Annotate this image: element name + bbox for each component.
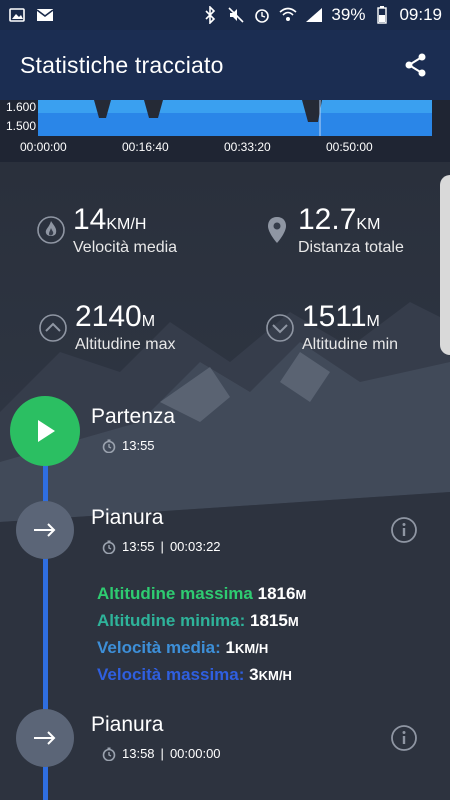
stat-value: 1511 (302, 300, 367, 333)
mountain-image (0, 302, 450, 800)
x-tick-label: 00:33:20 (224, 140, 271, 154)
y-tick-label: 1.600 (6, 100, 37, 114)
stat-label: Distanza totale (298, 239, 404, 256)
stat-label: Velocità media (73, 239, 178, 256)
gallery-icon (8, 6, 26, 24)
x-tick-label: 00:16:40 (122, 140, 169, 154)
stat-value: 14 (73, 203, 107, 236)
side-drawer-handle[interactable] (440, 175, 450, 355)
detail-altitude-max: Altitudine massima 1816M (97, 584, 306, 604)
page-title: Statistiche tracciato (20, 51, 224, 78)
stat-unit: KM/H (106, 216, 147, 233)
detail-label: Altitudine massima (97, 584, 253, 603)
stat-altitude-max: 2140M Altitudine max (75, 300, 176, 354)
detail-label: Velocità massima: (97, 665, 245, 684)
chevron-up-circle-icon (38, 313, 68, 343)
battery-percent: 39% (331, 5, 366, 24)
stopwatch-icon (102, 747, 116, 761)
mail-icon (36, 6, 54, 24)
battery-icon (373, 6, 391, 24)
stat-unit: KM (356, 216, 381, 233)
start-play-button[interactable] (10, 396, 80, 466)
segment-start-time: 13:55 (122, 539, 155, 554)
info-icon (391, 725, 417, 751)
detail-unit: KM/H (234, 641, 269, 656)
detail-altitude-min: Altitudine minima: 1815M (97, 611, 299, 631)
separator: | (160, 746, 164, 761)
wifi-icon (279, 6, 297, 24)
elevation-area (38, 100, 432, 136)
segment-node[interactable] (16, 501, 74, 559)
detail-value: 1815 (250, 611, 288, 630)
detail-label: Altitudine minima: (97, 611, 246, 630)
chevron-down-circle-icon (265, 313, 295, 343)
mute-icon (227, 6, 245, 24)
detail-unit: KM/H (258, 668, 292, 683)
detail-average-speed: Velocità media: 1KM/H (97, 638, 268, 658)
stat-unit: M (141, 313, 156, 330)
mountain-background (0, 162, 450, 800)
stat-unit: M (366, 313, 380, 330)
stat-value: 2140 (75, 300, 142, 333)
arrow-right-icon (34, 731, 56, 745)
detail-label: Velocità media: (97, 638, 221, 657)
detail-value: 3 (249, 665, 259, 684)
detail-unit: M (287, 614, 299, 629)
event-time-segment: 13:58 | 00:00:00 (102, 746, 221, 761)
x-tick-label: 00:50:00 (326, 140, 373, 154)
event-title-segment: Pianura (91, 713, 164, 736)
share-button[interactable] (402, 51, 430, 79)
location-pin-icon (262, 215, 292, 245)
segment-node[interactable] (16, 709, 74, 767)
play-icon (38, 420, 55, 442)
separator: | (160, 539, 164, 554)
stat-total-distance: 12.7KM Distanza totale (298, 203, 404, 257)
event-title-start: Partenza (91, 405, 176, 428)
status-bar: 39% 09:19 (0, 0, 450, 30)
detail-max-speed: Velocità massima: 3KM/H (97, 665, 292, 685)
clock: 09:19 (399, 5, 442, 24)
info-button[interactable] (390, 516, 418, 544)
stat-label: Altitudine min (302, 336, 399, 353)
stopwatch-icon (102, 439, 116, 453)
bluetooth-icon (201, 6, 219, 24)
info-icon (391, 517, 417, 543)
detail-unit: M (295, 587, 307, 602)
app-bar: Statistiche tracciato (0, 30, 450, 100)
event-time-start: 13:55 (102, 438, 155, 453)
segment-duration: 00:03:22 (169, 539, 221, 554)
x-tick-label: 00:00:00 (20, 140, 67, 154)
y-tick-label: 1.500 (6, 119, 37, 133)
stat-altitude-min: 1511M Altitudine min (302, 300, 398, 354)
detail-value: 1 (225, 638, 235, 657)
start-time: 13:55 (122, 438, 155, 453)
segment-start-time: 13:58 (122, 746, 155, 761)
signal-icon (305, 6, 323, 24)
alarm-icon (253, 6, 271, 24)
event-title-segment: Pianura (91, 506, 164, 529)
stopwatch-icon (102, 540, 116, 554)
arrow-right-icon (34, 523, 56, 537)
segment-duration: 00:00:00 (169, 746, 221, 761)
stat-average-speed: 14KM/H Velocità media (73, 203, 177, 257)
stat-value: 12.7 (298, 203, 357, 236)
detail-value: 1816 (257, 584, 296, 603)
info-button[interactable] (390, 724, 418, 752)
event-time-segment: 13:55 | 00:03:22 (102, 539, 221, 554)
share-icon (405, 53, 426, 77)
stat-label: Altitudine max (75, 336, 176, 353)
fire-icon (36, 215, 66, 245)
